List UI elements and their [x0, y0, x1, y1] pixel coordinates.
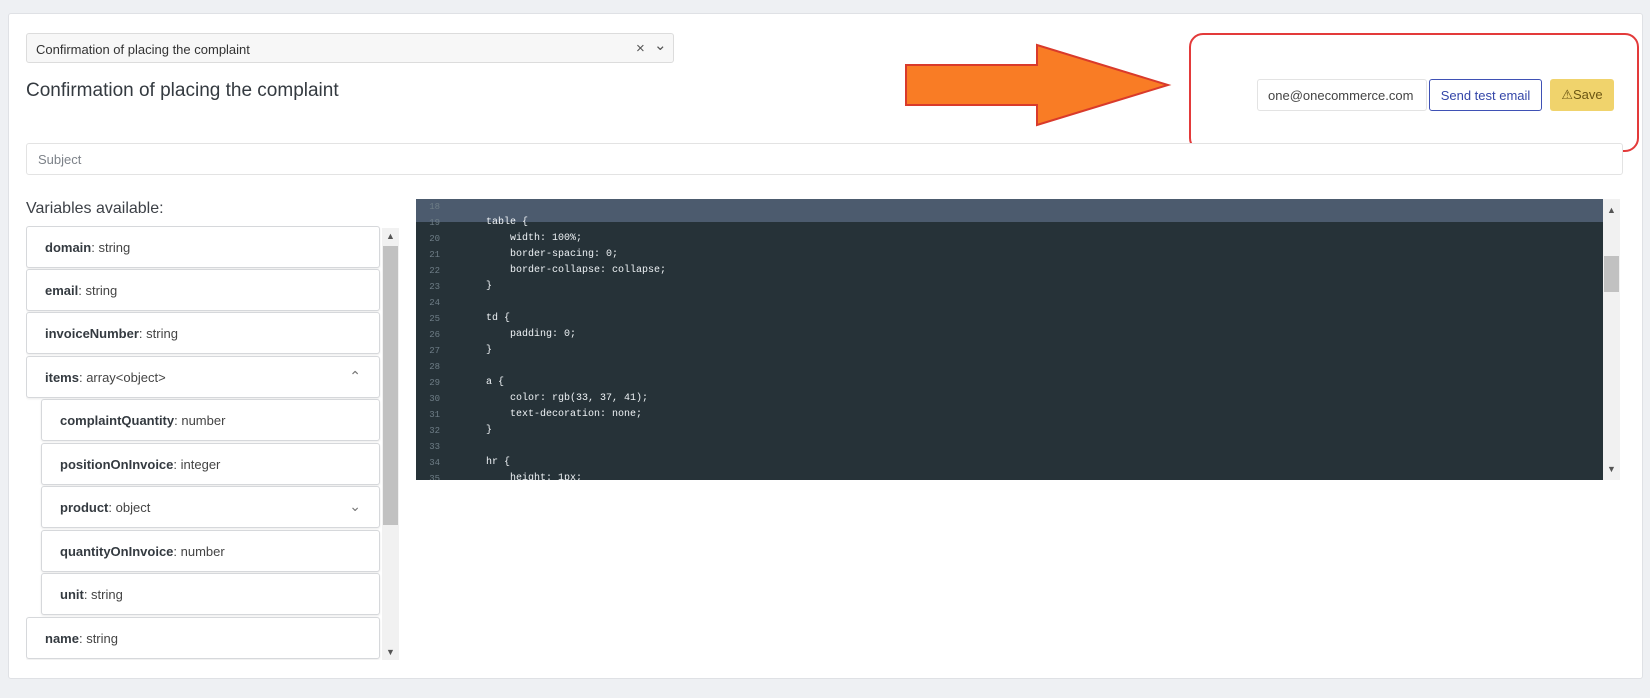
line-number: 24	[429, 298, 440, 308]
template-select-value: Confirmation of placing the complaint	[36, 42, 250, 57]
line-number: 27	[429, 346, 440, 356]
variable-type: : number	[173, 544, 225, 559]
scroll-down-icon[interactable]: ▼	[1607, 464, 1616, 474]
code-line: color: rgb(33, 37, 41);	[462, 393, 649, 404]
code-line: table {	[462, 217, 529, 228]
variable-name: domain	[45, 240, 92, 255]
line-number: 22	[429, 266, 440, 276]
variable-item-product[interactable]: product: object ⌄	[41, 486, 380, 528]
line-number: 28	[429, 362, 440, 372]
line-number: 26	[429, 330, 440, 340]
save-button[interactable]: ⚠Save	[1550, 79, 1614, 111]
variable-item-name[interactable]: name: string	[26, 617, 380, 659]
line-number: 20	[429, 234, 440, 244]
variable-name: complaintQuantity	[60, 413, 175, 428]
variable-item-positiononinvoice[interactable]: positionOnInvoice: integer	[41, 443, 380, 485]
variable-item-email[interactable]: email: string	[26, 269, 380, 311]
line-number: 33	[429, 442, 440, 452]
subject-input[interactable]	[26, 143, 1623, 175]
variable-type: : array<object>	[78, 370, 166, 385]
code-line: hr {	[462, 457, 511, 468]
variable-type: : string	[83, 587, 123, 602]
variable-name: email	[45, 283, 79, 298]
scroll-down-icon[interactable]: ▼	[386, 647, 395, 657]
scroll-up-icon[interactable]: ▲	[386, 231, 395, 241]
code-line: a {	[462, 377, 505, 388]
variable-name: invoiceNumber	[45, 326, 139, 341]
code-line: border-spacing: 0;	[462, 249, 619, 260]
variable-name: quantityOnInvoice	[60, 544, 174, 559]
chevron-down-icon[interactable]: ⌄	[349, 498, 361, 515]
variable-item-invoicenumber[interactable]: invoiceNumber: string	[26, 312, 380, 354]
chevron-down-icon[interactable]: ⌄	[654, 36, 667, 54]
scroll-up-icon[interactable]: ▲	[1607, 205, 1616, 215]
variable-type: : number	[174, 413, 226, 428]
code-editor[interactable]: 18 19 table { 20 width: 100%; 21 border-spa…	[416, 199, 1603, 480]
variable-type: : string	[91, 240, 131, 255]
variables-scrollbar[interactable]: ▲ ▼	[382, 228, 399, 660]
variable-type: : string	[138, 326, 178, 341]
send-test-email-button[interactable]: Send test email	[1429, 79, 1542, 111]
variable-item-quantityoninvoice[interactable]: quantityOnInvoice: number	[41, 530, 380, 572]
variable-name: product	[60, 500, 109, 515]
variable-type: : object	[108, 500, 151, 515]
scrollbar-thumb[interactable]	[383, 246, 398, 525]
variables-title: Variables available:	[26, 200, 164, 217]
active-line-highlight	[416, 199, 1603, 222]
variable-name: name	[45, 631, 79, 646]
variable-name: unit	[60, 587, 84, 602]
code-line: }	[462, 345, 493, 356]
code-line: width: 100%;	[462, 233, 583, 244]
line-number: 34	[429, 458, 440, 468]
code-line: height: 1px;	[462, 473, 583, 480]
line-number: 21	[429, 250, 440, 260]
variable-type: : string	[78, 631, 118, 646]
code-line: border-collapse: collapse;	[462, 265, 667, 276]
code-line: td {	[462, 313, 511, 324]
code-line: text-decoration: none;	[462, 409, 643, 420]
test-email-input[interactable]	[1257, 79, 1427, 111]
line-number: 30	[429, 394, 440, 404]
code-line: }	[462, 425, 493, 436]
variable-item-unit[interactable]: unit: string	[41, 573, 380, 615]
line-number: 31	[429, 410, 440, 420]
variable-name: items	[45, 370, 79, 385]
variable-type: : integer	[173, 457, 221, 472]
scrollbar-thumb[interactable]	[1604, 256, 1619, 292]
variable-name: positionOnInvoice	[60, 457, 174, 472]
line-number: 29	[429, 378, 440, 388]
line-number: 18	[429, 202, 440, 212]
line-number: 25	[429, 314, 440, 324]
variable-item-complaintquantity[interactable]: complaintQuantity: number	[41, 399, 380, 441]
page-title: Confirmation of placing the complaint	[26, 80, 339, 101]
code-line: }	[462, 281, 493, 292]
line-number: 23	[429, 282, 440, 292]
line-number: 35	[429, 474, 440, 480]
variable-item-items[interactable]: items: array<object> ⌃	[26, 356, 380, 398]
save-label: Save	[1573, 87, 1603, 102]
close-icon[interactable]: ×	[636, 40, 645, 57]
variable-type: : string	[78, 283, 118, 298]
editor-scrollbar[interactable]: ▲ ▼	[1603, 199, 1620, 480]
warning-icon: ⚠	[1561, 87, 1573, 102]
template-select[interactable]: Confirmation of placing the complaint × …	[26, 33, 674, 63]
orange-arrow-annotation	[905, 43, 1172, 127]
variables-list: domain: string email: string invoiceNumb…	[26, 226, 401, 660]
code-line: padding: 0;	[462, 329, 577, 340]
line-number: 19	[429, 218, 440, 228]
variable-item-domain[interactable]: domain: string	[26, 226, 380, 268]
line-number: 32	[429, 426, 440, 436]
chevron-up-icon[interactable]: ⌃	[349, 368, 361, 385]
